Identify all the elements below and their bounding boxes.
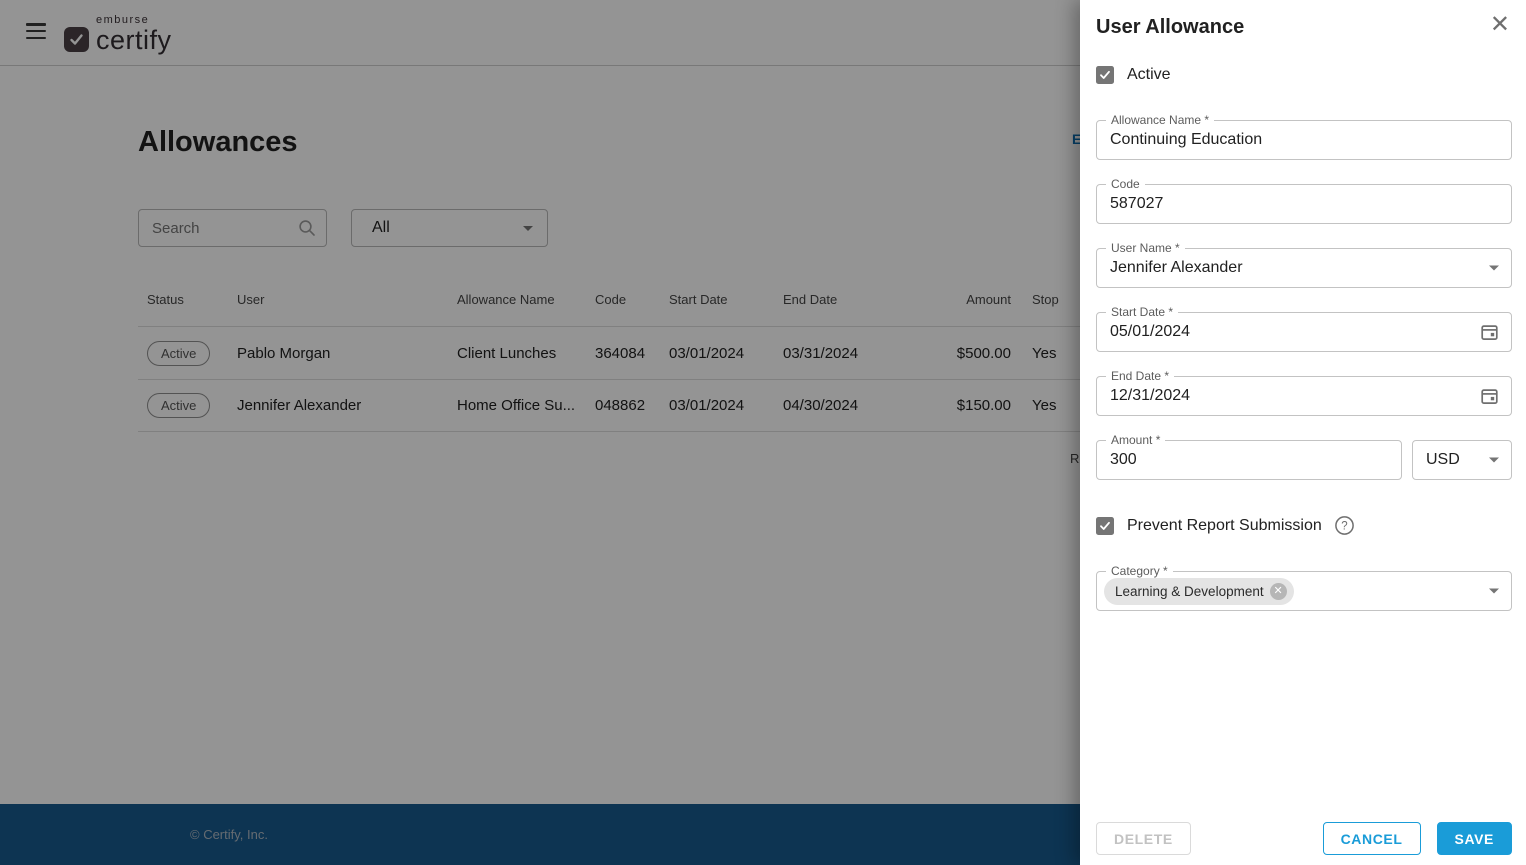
prevent-report-checkbox[interactable] xyxy=(1096,517,1114,535)
chevron-down-icon xyxy=(1489,589,1499,594)
code-value: 587027 xyxy=(1110,185,1163,223)
cancel-button[interactable]: CANCEL xyxy=(1323,822,1421,855)
prevent-report-label: Prevent Report Submission xyxy=(1127,517,1322,535)
calendar-icon[interactable] xyxy=(1480,387,1499,406)
end-date-value: 12/31/2024 xyxy=(1110,377,1190,415)
save-button[interactable]: SAVE xyxy=(1437,822,1513,855)
help-icon[interactable]: ? xyxy=(1334,515,1355,536)
currency-select[interactable]: USD xyxy=(1412,440,1512,480)
active-checkbox[interactable] xyxy=(1096,66,1114,84)
delete-button[interactable]: DELETE xyxy=(1096,822,1191,855)
allowance-name-value: Continuing Education xyxy=(1110,121,1262,159)
code-field[interactable]: Code 587027 xyxy=(1096,184,1512,224)
chevron-down-icon xyxy=(1489,458,1499,463)
calendar-icon[interactable] xyxy=(1480,323,1499,342)
drawer-actions: DELETE CANCEL SAVE xyxy=(1096,822,1512,855)
active-checkbox-row: Active xyxy=(1096,66,1512,84)
svg-text:?: ? xyxy=(1341,521,1347,533)
chip-remove-icon[interactable]: ✕ xyxy=(1270,583,1287,600)
amount-value: 300 xyxy=(1110,441,1137,479)
close-icon[interactable]: ✕ xyxy=(1488,14,1512,36)
chevron-down-icon xyxy=(1489,266,1499,271)
user-name-value: Jennifer Alexander xyxy=(1110,249,1243,287)
category-chip-label: Learning & Development xyxy=(1115,584,1264,599)
start-date-field[interactable]: Start Date * 05/01/2024 xyxy=(1096,312,1512,352)
category-label: Category * xyxy=(1106,564,1173,579)
category-select[interactable]: Category * Learning & Development ✕ xyxy=(1096,571,1512,611)
active-label: Active xyxy=(1127,66,1171,84)
amount-field[interactable]: Amount * 300 xyxy=(1096,440,1402,480)
category-chip: Learning & Development ✕ xyxy=(1104,578,1294,605)
end-date-field[interactable]: End Date * 12/31/2024 xyxy=(1096,376,1512,416)
drawer-title: User Allowance xyxy=(1096,14,1244,39)
user-allowance-drawer: User Allowance ✕ Active Allowance Name *… xyxy=(1080,0,1526,865)
prevent-report-row: Prevent Report Submission ? xyxy=(1096,515,1512,536)
currency-value: USD xyxy=(1426,441,1460,479)
allowance-name-field[interactable]: Allowance Name * Continuing Education xyxy=(1096,120,1512,160)
start-date-value: 05/01/2024 xyxy=(1110,313,1190,351)
user-name-select[interactable]: User Name * Jennifer Alexander xyxy=(1096,248,1512,288)
